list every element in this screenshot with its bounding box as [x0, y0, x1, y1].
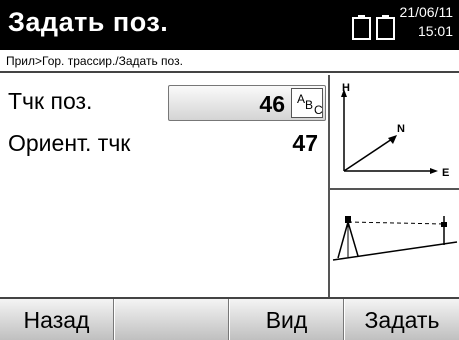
- abc-c: C: [314, 103, 323, 117]
- set-button[interactable]: Задать: [345, 299, 459, 340]
- date-text: 21/06/11: [399, 4, 453, 20]
- title-bar: Задать поз. 21/06/11 15:01: [0, 0, 459, 50]
- axis-n-label: N: [397, 123, 405, 135]
- breadcrumb: Прил>Гор. трассир./Задать поз.: [6, 54, 183, 68]
- abc-b: B: [305, 98, 314, 112]
- position-point-label: Тчк поз.: [8, 88, 93, 114]
- breadcrumb-bar: Прил>Гор. трассир./Задать поз.: [0, 50, 459, 73]
- position-point-field[interactable]: 46 A B C: [168, 85, 326, 121]
- position-point-value: 46: [259, 91, 285, 117]
- axes-diagram: H N E: [341, 82, 449, 179]
- screen-title: Задать поз.: [8, 7, 169, 37]
- orientation-point-label: Ориент. тчк: [8, 130, 131, 156]
- time-text: 15:01: [417, 23, 453, 39]
- battery-icon: [352, 15, 395, 40]
- axis-h-label: H: [342, 82, 350, 94]
- abc-input-button[interactable]: A B C: [291, 88, 323, 118]
- back-button[interactable]: Назад: [0, 299, 114, 340]
- tripod-level-diagram: [332, 216, 458, 261]
- orientation-point-value: 47: [292, 130, 318, 156]
- view-button[interactable]: Вид: [230, 299, 344, 340]
- abc-a: A: [297, 92, 306, 106]
- empty-softkey[interactable]: [115, 299, 229, 340]
- axis-e-label: E: [442, 167, 449, 179]
- softkey-bar: Назад Вид Задать: [0, 297, 459, 340]
- datetime: 21/06/11 15:01: [400, 3, 453, 41]
